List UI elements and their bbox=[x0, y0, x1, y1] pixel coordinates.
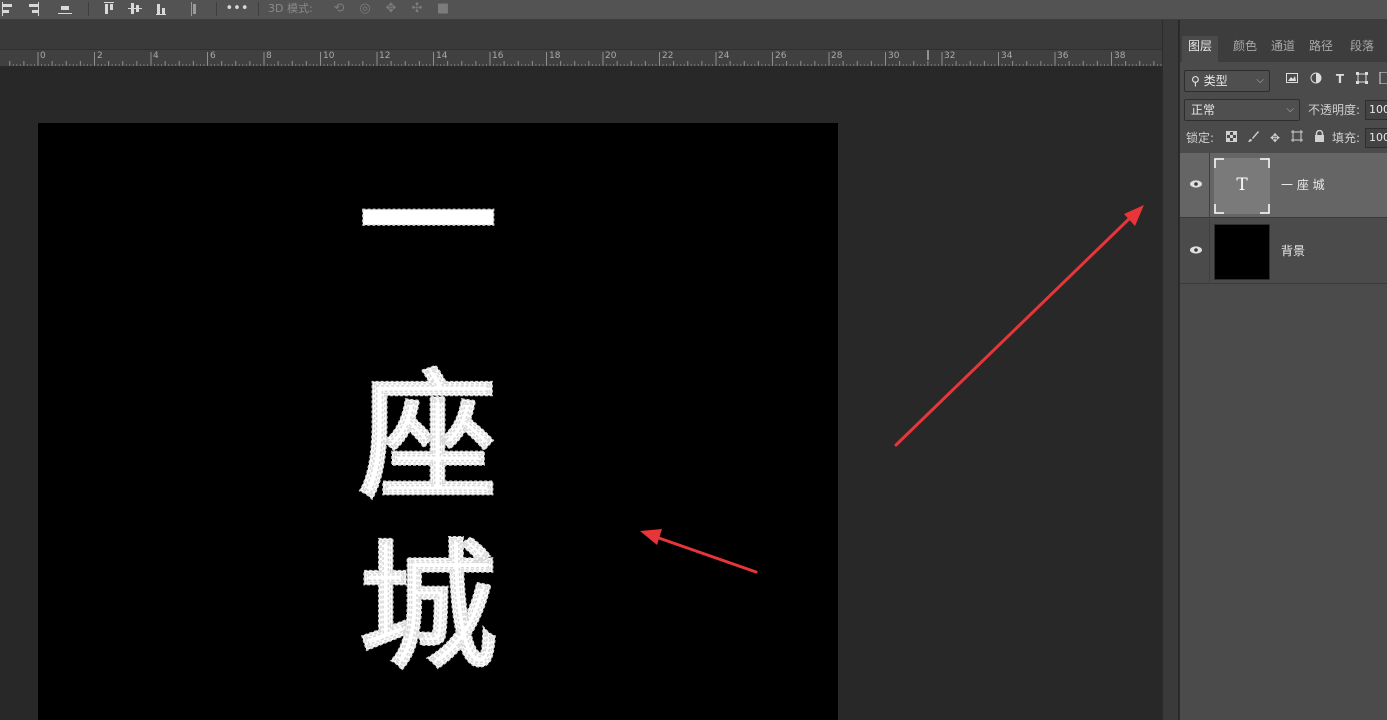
layer-filter-row: ⚲ 类型 ⌵ T bbox=[1180, 68, 1387, 94]
search-icon: ⚲ bbox=[1191, 74, 1200, 88]
distribute-top-icon[interactable] bbox=[100, 1, 118, 17]
background-layer-thumbnail[interactable] bbox=[1214, 224, 1270, 280]
layer-row-background[interactable]: 背景 bbox=[1180, 219, 1387, 284]
toolbar-separator bbox=[216, 2, 217, 16]
ruler-label: 32 bbox=[944, 51, 956, 61]
panel-tabs: 图层 颜色 通道 路径 段落 bbox=[1180, 20, 1387, 62]
ruler-label: 22 bbox=[662, 51, 674, 61]
ruler-label: 38 bbox=[1114, 51, 1126, 61]
tab-paragraph[interactable]: 段落 bbox=[1344, 36, 1380, 62]
lock-position-move-icon[interactable]: ✥ bbox=[1268, 130, 1282, 146]
visibility-eye-icon[interactable] bbox=[1189, 177, 1203, 191]
pan-3d-camera-icon[interactable]: ✥ bbox=[382, 1, 400, 17]
text-layer-thumb-glyph: T bbox=[1236, 175, 1248, 195]
ruler-label: 8 bbox=[266, 51, 272, 61]
distribute-vertical-centers-icon[interactable] bbox=[126, 1, 144, 17]
ruler-label: 30 bbox=[888, 51, 900, 61]
ruler-label: 34 bbox=[1001, 51, 1013, 61]
fill-field[interactable]: 100 bbox=[1365, 128, 1387, 148]
blend-mode-value: 正常 bbox=[1191, 103, 1216, 117]
shape-layer-filter-icon[interactable] bbox=[1355, 72, 1369, 86]
layer-row-divider bbox=[1209, 153, 1210, 218]
tab-paths[interactable]: 路径 bbox=[1303, 36, 1339, 62]
ruler-label: 36 bbox=[1057, 51, 1069, 61]
ruler-ticks bbox=[9, 50, 1162, 66]
lock-label: 锁定: bbox=[1186, 131, 1215, 145]
distribute-left-icon[interactable] bbox=[186, 1, 204, 17]
visibility-eye-icon[interactable] bbox=[1189, 243, 1203, 257]
toolbar-separator bbox=[88, 2, 89, 16]
layer-kind-filter-select[interactable]: ⚲ 类型 ⌵ bbox=[1184, 70, 1270, 92]
zoom-3d-camera-icon[interactable]: ■ bbox=[434, 1, 452, 17]
orbit-3d-camera-icon[interactable]: ⟲ bbox=[330, 1, 348, 17]
document-canvas[interactable]: 一 座 城 bbox=[38, 123, 838, 720]
fill-label: 填充: bbox=[1332, 131, 1361, 145]
lock-row: 锁定: ✥ 填充: 100 bbox=[1180, 128, 1387, 148]
lock-artboard-icon[interactable] bbox=[1290, 130, 1304, 146]
canvas-vertical-text[interactable]: 一 座 城 bbox=[38, 123, 838, 720]
ruler-label: 4 bbox=[153, 51, 159, 61]
align-left-edges-icon[interactable] bbox=[0, 1, 18, 17]
ruler-label: 18 bbox=[549, 51, 561, 61]
ruler-label: 2 bbox=[97, 51, 103, 61]
layer-name[interactable]: 背景 bbox=[1281, 243, 1305, 259]
more-options-icon[interactable]: ••• bbox=[226, 1, 249, 17]
ruler-label: 24 bbox=[718, 51, 730, 61]
canvas-char[interactable]: 座 bbox=[358, 354, 498, 519]
ruler-label: 20 bbox=[605, 51, 617, 61]
text-layer-thumbnail[interactable]: T bbox=[1214, 158, 1270, 214]
type-layer-filter-icon[interactable]: T bbox=[1333, 72, 1347, 86]
ruler-label: 28 bbox=[831, 51, 843, 61]
lock-all-icon[interactable] bbox=[1312, 129, 1326, 146]
align-bottom-icon[interactable] bbox=[56, 1, 74, 17]
layer-row-divider bbox=[1209, 219, 1210, 284]
tab-channels[interactable]: 通道 bbox=[1265, 36, 1301, 62]
ruler-label: 6 bbox=[210, 51, 216, 61]
layer-kind-filter-value: 类型 bbox=[1203, 74, 1228, 88]
lock-transparent-pixels-icon[interactable] bbox=[1224, 130, 1238, 146]
vertical-scrollbar[interactable] bbox=[1162, 20, 1178, 720]
horizontal-ruler: 0 2 4 6 8 10 12 14 16 18 20 22 24 26 28 … bbox=[0, 50, 1162, 67]
ruler-label: 0 bbox=[40, 51, 46, 61]
blend-row: 正常 ⌵ 不透明度: 100 bbox=[1180, 97, 1387, 123]
layer-name[interactable]: 一 座 城 bbox=[1281, 177, 1325, 193]
toolbar-separator bbox=[258, 2, 259, 16]
ruler-label: 10 bbox=[323, 51, 335, 61]
roll-3d-camera-icon[interactable]: ◎ bbox=[356, 1, 374, 17]
ruler-label: 14 bbox=[436, 51, 448, 61]
canvas-char[interactable]: 城 bbox=[358, 524, 498, 689]
ruler-label: 16 bbox=[492, 51, 504, 61]
tab-layers[interactable]: 图层 bbox=[1182, 36, 1219, 62]
layers-panel: 图层 颜色 通道 路径 段落 ⚲ 类型 ⌵ T 正常 ⌵ 不透明度: 10 锁定… bbox=[1179, 20, 1387, 720]
ruler-label: 26 bbox=[775, 51, 787, 61]
pixel-layer-filter-icon[interactable] bbox=[1285, 72, 1299, 86]
distribute-bottom-icon[interactable] bbox=[152, 1, 170, 17]
adjustment-layer-filter-icon[interactable] bbox=[1309, 72, 1323, 86]
lock-image-pixels-brush-icon[interactable] bbox=[1246, 130, 1260, 146]
opacity-label: 不透明度: bbox=[1308, 103, 1361, 117]
document-tab-strip bbox=[0, 20, 1162, 50]
chevron-down-icon: ⌵ bbox=[1256, 75, 1264, 86]
blend-mode-select[interactable]: 正常 ⌵ bbox=[1184, 99, 1300, 121]
smart-object-filter-icon[interactable] bbox=[1377, 71, 1387, 86]
slide-3d-camera-icon[interactable]: ✣ bbox=[408, 1, 426, 17]
ruler-label: 12 bbox=[379, 51, 391, 61]
canvas-char[interactable]: 一 bbox=[358, 140, 498, 305]
chevron-down-icon: ⌵ bbox=[1286, 104, 1294, 115]
opacity-field[interactable]: 100 bbox=[1365, 100, 1387, 120]
options-bar: ••• 3D 模式: ⟲ ◎ ✥ ✣ ■ bbox=[0, 0, 1387, 20]
layer-row-text[interactable]: T 一 座 城 bbox=[1180, 153, 1387, 218]
align-right-edges-icon[interactable] bbox=[24, 1, 42, 17]
tab-color[interactable]: 颜色 bbox=[1227, 36, 1263, 62]
3d-mode-label: 3D 模式: bbox=[268, 2, 313, 15]
